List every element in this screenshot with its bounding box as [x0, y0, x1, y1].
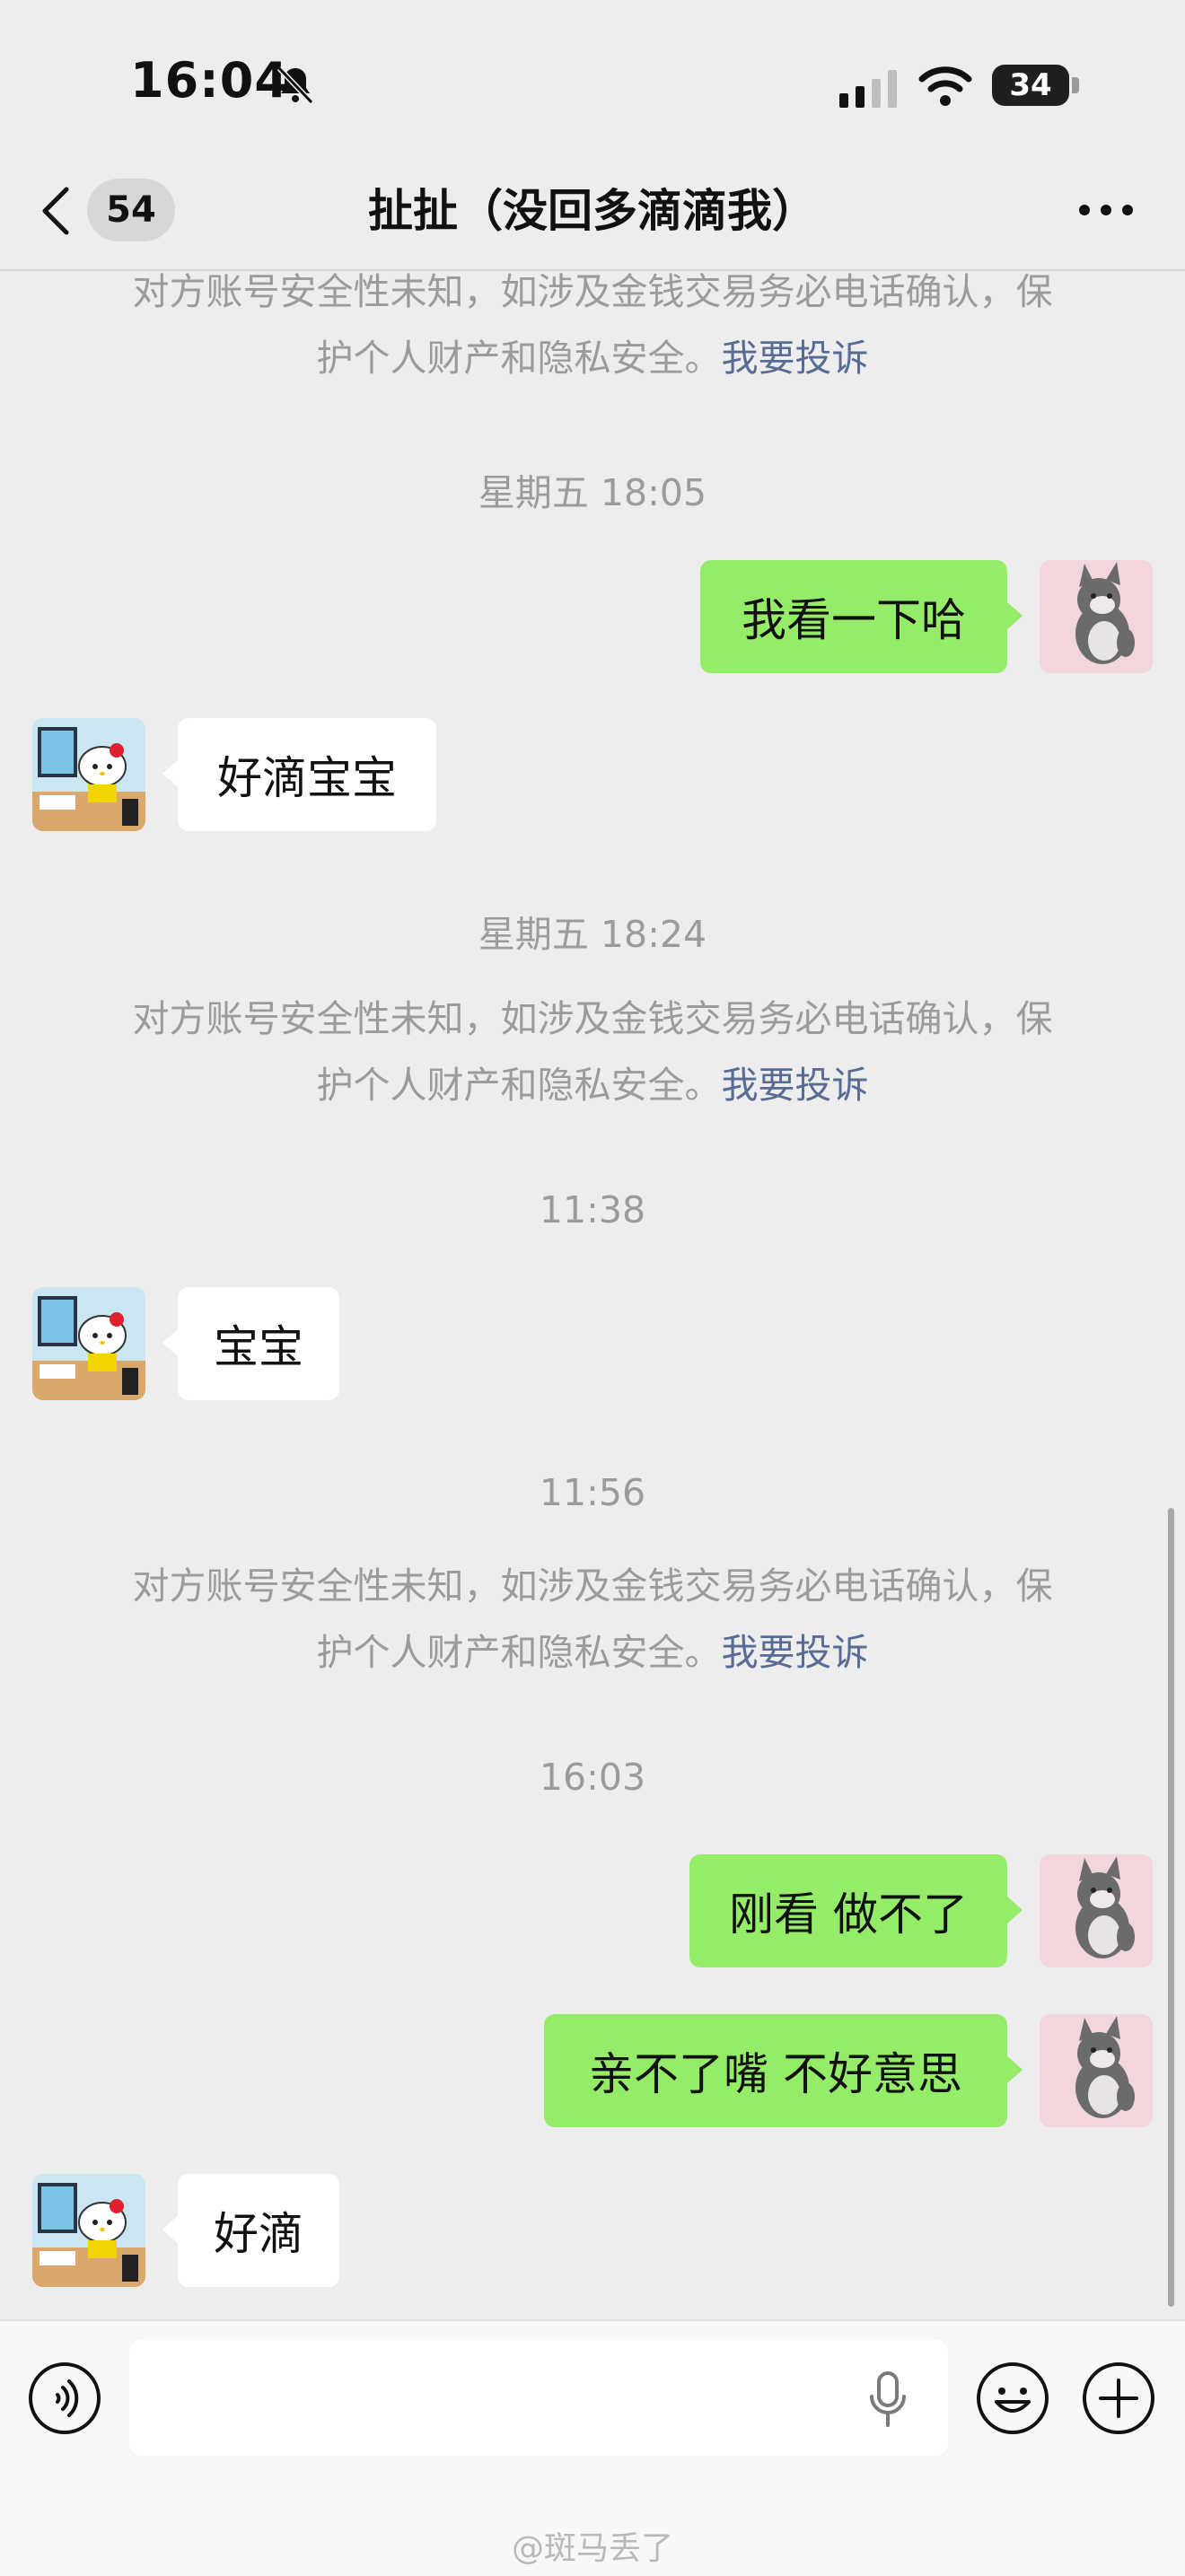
- safety-notice: 对方账号安全性未知，如涉及金钱交易务必电话确认，保 护个人财产和隐私安全。我要投…: [54, 258, 1131, 391]
- emoji-icon[interactable]: [975, 2361, 1050, 2436]
- contact-avatar[interactable]: [32, 1287, 145, 1400]
- contact-message-bubble[interactable]: 好滴: [178, 2174, 339, 2287]
- contact-message-bubble[interactable]: 好滴宝宝: [178, 718, 436, 831]
- safety-notice: 对方账号安全性未知，如涉及金钱交易务必电话确认，保 护个人财产和隐私安全。我要投…: [54, 986, 1131, 1118]
- safety-notice-line1: 对方账号安全性未知，如涉及金钱交易务必电话确认，保: [132, 270, 1053, 313]
- timestamp: 星期五 18:24: [478, 913, 707, 956]
- contact-message-bubble[interactable]: 宝宝: [178, 1287, 339, 1400]
- scrollbar[interactable]: [1168, 1508, 1174, 2307]
- my-message-bubble[interactable]: 亲不了嘴 不好意思: [544, 2014, 1007, 2127]
- my-message-bubble[interactable]: 刚看 做不了: [689, 1854, 1007, 1967]
- report-link[interactable]: 我要投诉: [722, 1631, 869, 1674]
- safety-notice-line1: 对方账号安全性未知，如涉及金钱交易务必电话确认，保: [132, 997, 1053, 1040]
- safety-notice-line1: 对方账号安全性未知，如涉及金钱交易务必电话确认，保: [132, 1564, 1053, 1608]
- status-time: 16:04: [130, 52, 289, 109]
- battery-nub: [1072, 77, 1079, 93]
- contact-avatar[interactable]: [32, 2174, 145, 2287]
- report-link[interactable]: 我要投诉: [722, 337, 869, 380]
- bubble-tail: [1006, 1896, 1023, 1924]
- contact-avatar[interactable]: [32, 718, 145, 831]
- safety-notice: 对方账号安全性未知，如涉及金钱交易务必电话确认，保 护个人财产和隐私安全。我要投…: [54, 1553, 1131, 1686]
- timestamp: 11:56: [539, 1471, 646, 1514]
- my-message-bubble[interactable]: 我看一下哈: [700, 560, 1007, 673]
- timestamp: 11:38: [539, 1188, 646, 1231]
- bubble-tail: [1006, 2055, 1023, 2084]
- safety-notice-line2: 护个人财产和隐私安全。: [316, 1064, 722, 1107]
- bubble-tail: [162, 2215, 179, 2244]
- safety-notice-line2: 护个人财产和隐私安全。: [316, 1631, 722, 1674]
- plus-icon[interactable]: [1081, 2361, 1156, 2436]
- unread-count-badge[interactable]: 54: [87, 179, 175, 241]
- message-input[interactable]: [129, 2339, 948, 2456]
- battery-indicator: 34: [992, 65, 1069, 106]
- timestamp: 星期五 18:05: [478, 471, 707, 514]
- safety-notice-line2: 护个人财产和隐私安全。: [316, 337, 722, 380]
- my-avatar[interactable]: [1040, 560, 1153, 673]
- bubble-tail: [162, 759, 179, 788]
- report-link[interactable]: 我要投诉: [722, 1064, 869, 1107]
- mic-icon[interactable]: [866, 2370, 909, 2429]
- bell-muted-icon: [276, 66, 314, 105]
- timestamp: 16:03: [539, 1756, 646, 1799]
- bubble-tail: [1006, 601, 1023, 630]
- my-avatar[interactable]: [1040, 1854, 1153, 1967]
- voice-icon[interactable]: [27, 2361, 102, 2436]
- signal-icon: [839, 70, 897, 108]
- watermark: @斑马丢了: [511, 2530, 673, 2567]
- more-dots-icon[interactable]: [1077, 199, 1135, 221]
- chat-title: 扯扯（没回多滴滴我）: [368, 185, 817, 237]
- wifi-icon: [918, 66, 972, 106]
- bubble-tail: [162, 1328, 179, 1357]
- chevron-left-icon[interactable]: [36, 184, 81, 238]
- my-avatar[interactable]: [1040, 2014, 1153, 2127]
